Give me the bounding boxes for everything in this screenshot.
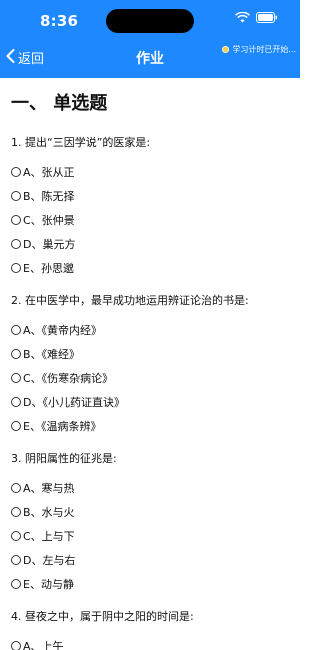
option-a[interactable]: A、上午 <box>11 634 300 650</box>
option-b[interactable]: B、水与火 <box>11 500 300 524</box>
timer-dot-icon <box>222 46 230 53</box>
question-2: 2. 在中医学中，最早成功地运用辨证论治的书是: A、《黄帝内经》 B、《难经》… <box>11 288 300 438</box>
option-e[interactable]: E、孙思邈 <box>11 256 300 280</box>
radio-button[interactable] <box>11 263 21 273</box>
radio-button[interactable] <box>11 167 21 177</box>
radio-button[interactable] <box>11 325 21 335</box>
option-label: B、陈无择 <box>23 190 75 203</box>
option-label: E、动与静 <box>23 578 74 591</box>
option-label: C、张仲景 <box>23 214 75 227</box>
radio-button[interactable] <box>11 239 21 249</box>
homework-content: 一、 单选题 1. 提出“三因学说”的医家是: A、张从正 B、陈无择 C、张仲… <box>0 78 300 650</box>
radio-button[interactable] <box>11 373 21 383</box>
option-a[interactable]: A、寒与热 <box>11 476 300 500</box>
option-a[interactable]: A、《黄帝内经》 <box>11 318 300 342</box>
status-time: 8:36 <box>40 12 79 30</box>
nav-bar: 返回 作业 学习计时已开始... <box>0 40 300 78</box>
question-stem: 2. 在中医学中，最早成功地运用辨证论治的书是: <box>11 294 249 307</box>
radio-button[interactable] <box>11 531 21 541</box>
radio-button[interactable] <box>11 215 21 225</box>
option-label: C、《伤寒杂病论》 <box>23 372 114 385</box>
header: 8:36 返回 作业 学习计时已开始... <box>0 0 300 78</box>
radio-button[interactable] <box>11 483 21 493</box>
option-c[interactable]: C、《伤寒杂病论》 <box>11 366 300 390</box>
option-label: E、《温病条辨》 <box>23 420 102 433</box>
option-label: A、张从正 <box>23 166 75 179</box>
option-d[interactable]: D、左与右 <box>11 548 300 572</box>
option-d[interactable]: D、《小儿药证直诀》 <box>11 390 300 414</box>
option-label: D、左与右 <box>23 554 76 567</box>
radio-button[interactable] <box>11 555 21 565</box>
status-bar: 8:36 <box>0 0 300 40</box>
option-a[interactable]: A、张从正 <box>11 160 300 184</box>
option-b[interactable]: B、陈无择 <box>11 184 300 208</box>
option-label: C、上与下 <box>23 530 75 543</box>
radio-button[interactable] <box>11 191 21 201</box>
radio-button[interactable] <box>11 641 21 650</box>
option-label: E、孙思邈 <box>23 262 74 275</box>
option-e[interactable]: E、《温病条辨》 <box>11 414 300 438</box>
question-4: 4. 昼夜之中，属于阴中之阳的时间是: A、上午 <box>11 604 300 650</box>
option-label: A、寒与热 <box>23 482 75 495</box>
option-e[interactable]: E、动与静 <box>11 572 300 596</box>
option-b[interactable]: B、《难经》 <box>11 342 300 366</box>
section-title: 一、 单选题 <box>11 93 108 114</box>
option-label: D、《小儿药证直诀》 <box>23 396 125 409</box>
dynamic-island <box>106 9 194 33</box>
option-d[interactable]: D、巢元方 <box>11 232 300 256</box>
wifi-icon <box>235 12 250 23</box>
option-c[interactable]: C、张仲景 <box>11 208 300 232</box>
option-c[interactable]: C、上与下 <box>11 524 300 548</box>
question-stem: 3. 阴阳属性的征兆是: <box>11 452 117 465</box>
radio-button[interactable] <box>11 349 21 359</box>
option-label: A、上午 <box>23 640 64 650</box>
radio-button[interactable] <box>11 507 21 517</box>
study-timer: 学习计时已开始... <box>222 44 296 55</box>
option-label: B、《难经》 <box>23 348 81 361</box>
question-1: 1. 提出“三因学说”的医家是: A、张从正 B、陈无择 C、张仲景 D、巢元方… <box>11 130 300 280</box>
option-label: A、《黄帝内经》 <box>23 324 103 337</box>
radio-button[interactable] <box>11 397 21 407</box>
option-label: B、水与火 <box>23 506 75 519</box>
timer-text: 学习计时已开始... <box>232 45 296 54</box>
question-3: 3. 阴阳属性的征兆是: A、寒与热 B、水与火 C、上与下 D、左与右 E、动… <box>11 446 300 596</box>
option-label: D、巢元方 <box>23 238 76 251</box>
radio-button[interactable] <box>11 579 21 589</box>
radio-button[interactable] <box>11 421 21 431</box>
question-stem: 1. 提出“三因学说”的医家是: <box>11 136 151 149</box>
battery-icon <box>256 12 278 23</box>
status-icons <box>235 12 278 23</box>
question-stem: 4. 昼夜之中，属于阴中之阳的时间是: <box>11 610 194 623</box>
